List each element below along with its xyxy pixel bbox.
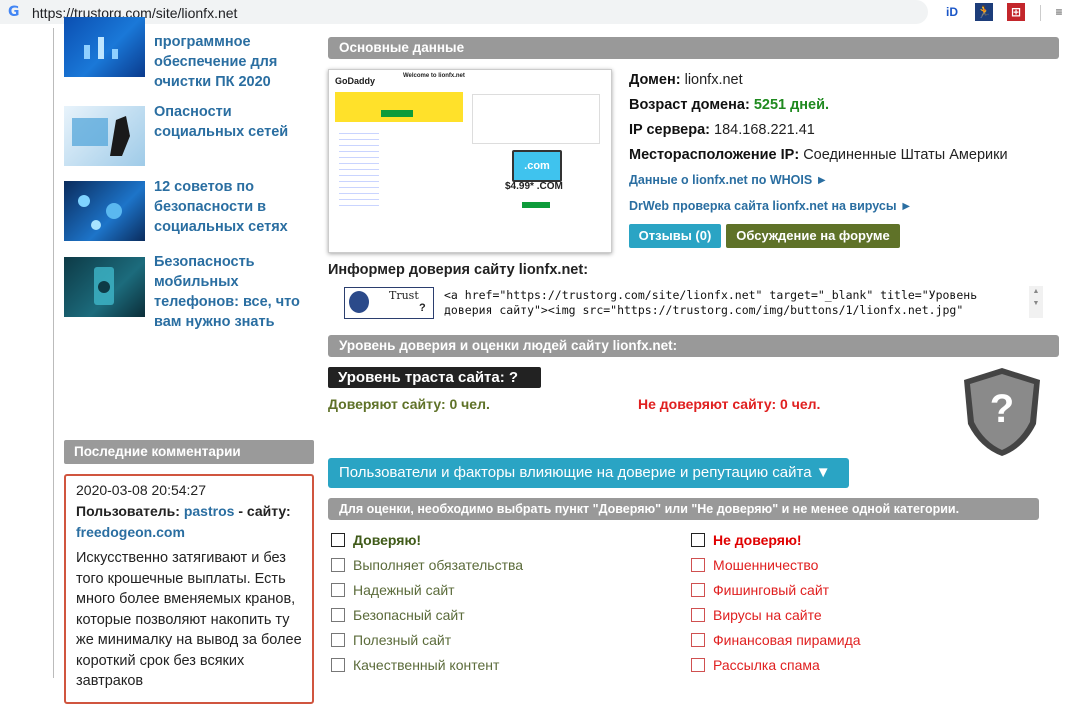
- trust-option-label: Качественный контент: [353, 657, 500, 673]
- info-panel: [472, 94, 600, 144]
- trust-badge-logo-icon: [349, 291, 369, 313]
- trust-checkbox[interactable]: [331, 658, 345, 672]
- comment-site-link[interactable]: freedogeon.com: [76, 524, 185, 540]
- distrust-checkbox[interactable]: [691, 533, 705, 547]
- get-it-button: [522, 202, 550, 208]
- trust-level-heading: Уровень доверия и оценки людей сайту lio…: [328, 335, 1059, 357]
- trust-checkbox[interactable]: [331, 533, 345, 547]
- article-thumbnail[interactable]: [64, 181, 145, 241]
- runner-extension-icon[interactable]: 🏃: [975, 3, 993, 21]
- code-line: доверия сайту"><img src="https://trustor…: [444, 303, 964, 317]
- grid-extension-icon[interactable]: ⊞: [1007, 3, 1025, 21]
- whois-link[interactable]: Данные о lionfx.net по WHOIS ►: [629, 173, 828, 187]
- domain-age-row: Возраст домена: 5251 дней.: [629, 97, 829, 113]
- location-label: Месторасположение IP:: [629, 147, 800, 163]
- welcome-text: Welcome to lionfx.net: [403, 73, 465, 79]
- toolbar-divider: [1040, 5, 1041, 21]
- distrust-option-label: Финансовая пирамида: [713, 632, 861, 648]
- domain-value: lionfx.net: [684, 72, 743, 88]
- social-security-image: [78, 195, 122, 230]
- com-price: $4.99* .COM: [505, 181, 563, 192]
- trust-option-label: Полезный сайт: [353, 632, 452, 648]
- comment-user-label: Пользователь:: [76, 503, 180, 519]
- distrust-checkbox[interactable]: [691, 558, 705, 572]
- trust-count: Доверяют сайту: 0 чел.: [328, 396, 490, 412]
- trust-checkbox[interactable]: [331, 558, 345, 572]
- ip-label: IP сервера:: [629, 122, 710, 138]
- comment-date: 2020-03-08 20:54:27: [76, 482, 206, 498]
- informer-title: Информер доверия сайту lionfx.net:: [328, 262, 589, 278]
- menu-icon[interactable]: ≡: [1050, 3, 1068, 21]
- trust-badge-question: ?: [419, 302, 426, 314]
- comment-site-label: - сайту:: [238, 503, 291, 519]
- location-row: Месторасположение IP: Соединенные Штаты …: [629, 147, 1008, 163]
- code-line: <a href="https://trustorg.com/site/lionf…: [444, 288, 978, 302]
- distrust-count: Не доверяют сайту: 0 чел.: [638, 396, 821, 412]
- distrust-checkbox[interactable]: [691, 608, 705, 622]
- scroll-arrows-icon: ▲ ▼: [1032, 288, 1040, 307]
- forum-button[interactable]: Обсуждение на форуме: [726, 224, 900, 248]
- domain-age-label: Возраст домена:: [629, 97, 750, 113]
- trust-checkbox[interactable]: [331, 583, 345, 597]
- comment-user-link[interactable]: pastros: [184, 503, 235, 519]
- ip-row: IP сервера: 184.168.221.41: [629, 122, 815, 138]
- article-thumbnail[interactable]: [64, 17, 145, 77]
- link-list: [339, 128, 379, 208]
- trust-option-label: Надежный сайт: [353, 582, 455, 598]
- users-factors-button[interactable]: Пользователи и факторы влияющие на довер…: [328, 458, 849, 488]
- code-scrollbar[interactable]: ▲ ▼: [1029, 286, 1043, 318]
- domain-label: Домен:: [629, 72, 681, 88]
- informer-code[interactable]: <a href="https://trustorg.com/site/lionf…: [444, 288, 1022, 318]
- banner-button: [381, 110, 413, 117]
- social-danger-image: [72, 116, 130, 156]
- domain-row: Домен: lionfx.net: [629, 72, 743, 88]
- ip-value: 184.168.221.41: [714, 122, 815, 138]
- trust-option-label: Безопасный сайт: [353, 607, 465, 623]
- comment-user-line: Пользователь: pastros - сайту:: [76, 503, 291, 519]
- article-thumbnail[interactable]: [64, 106, 145, 166]
- trust-badge[interactable]: Trust ?: [344, 287, 434, 319]
- distrust-option-label: Фишинговый сайт: [713, 582, 830, 598]
- article-thumbnail[interactable]: [64, 257, 145, 317]
- shield-symbol: ?: [990, 387, 1014, 431]
- article-link[interactable]: 12 советов по безопасности в социальных …: [154, 177, 314, 237]
- site-screenshot: GoDaddy Welcome to lionfx.net .com $4.99…: [328, 69, 612, 253]
- godaddy-logo: GoDaddy: [335, 76, 376, 86]
- trust-badge-text: Trust: [389, 289, 419, 302]
- rating-instruction: Для оценки, необходимо выбрать пункт "До…: [328, 498, 1039, 520]
- comment-text: Искусственно затягивают и без того кроше…: [76, 550, 302, 689]
- domain-age-value: 5251 дней.: [753, 97, 830, 113]
- trust-checkbox[interactable]: [331, 608, 345, 622]
- trust-option-label: Доверяю!: [353, 532, 422, 548]
- search-banner: [335, 92, 463, 122]
- article-link[interactable]: Безопасность мобильных телефонов: все, ч…: [154, 252, 314, 332]
- distrust-option-label: Рассылка спама: [713, 657, 820, 673]
- article-link[interactable]: программное обеспечение для очистки ПК 2…: [154, 32, 314, 92]
- drweb-link[interactable]: DrWeb проверка сайта lionfx.net на вирус…: [629, 199, 912, 213]
- google-icon: G: [8, 4, 20, 20]
- distrust-checkbox[interactable]: [691, 583, 705, 597]
- pc-cleanup-image: [84, 37, 118, 59]
- mobile-security-image: [94, 267, 114, 305]
- article-link[interactable]: Опасности социальных сетей: [154, 102, 314, 142]
- shield-question-icon: ?: [964, 368, 1040, 456]
- distrust-option-label: Мошенничество: [713, 557, 819, 573]
- basic-data-heading: Основные данные: [328, 37, 1059, 59]
- distrust-checkbox[interactable]: [691, 633, 705, 647]
- trust-option-label: Выполняет обязательства: [353, 557, 524, 573]
- laptop-com-graphic: .com: [512, 150, 562, 182]
- id-extension-icon[interactable]: iD: [943, 3, 961, 21]
- reviews-button[interactable]: Отзывы (0): [629, 224, 721, 248]
- location-value: Соединенные Штаты Америки: [803, 147, 1008, 163]
- trust-level-badge: Уровень траста сайта: ?: [328, 367, 541, 388]
- page-left-border: [53, 28, 54, 678]
- trust-checkbox[interactable]: [331, 633, 345, 647]
- distrust-checkbox[interactable]: [691, 658, 705, 672]
- distrust-option-label: Не доверяю!: [713, 532, 802, 548]
- recent-comments-heading: Последние комментарии: [64, 440, 314, 464]
- distrust-option-label: Вирусы на сайте: [713, 607, 822, 623]
